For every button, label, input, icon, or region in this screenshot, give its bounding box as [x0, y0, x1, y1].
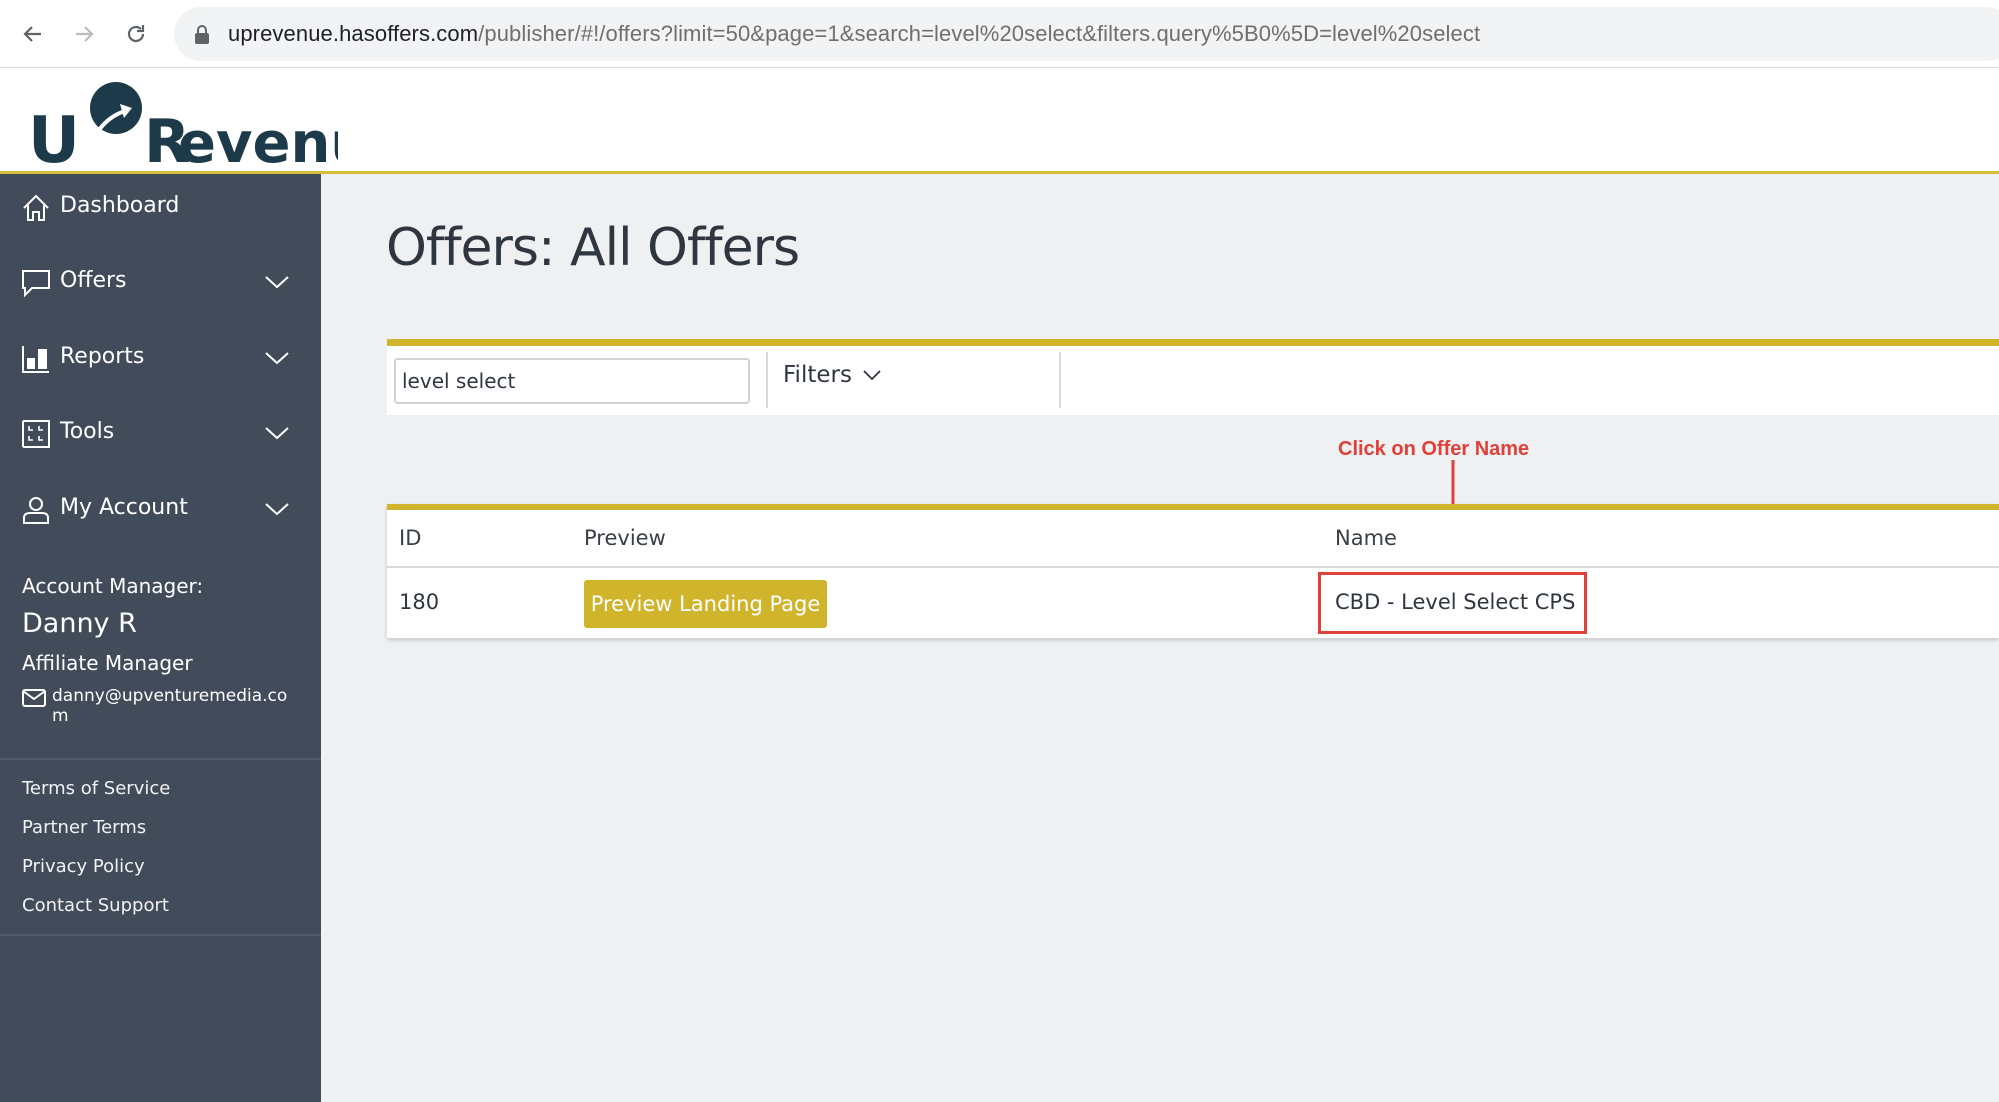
- offer-name-link[interactable]: CBD - Level Select CPS: [1335, 590, 1575, 614]
- sidebar-item-dashboard[interactable]: Dashboard: [0, 178, 321, 238]
- filters-dropdown[interactable]: Filters: [783, 362, 882, 388]
- account-manager-email[interactable]: danny@upventuremedia.com: [52, 686, 302, 726]
- chevron-down-icon[interactable]: [264, 349, 290, 367]
- filters-label: Filters: [783, 362, 852, 388]
- table-row: 180 Preview Landing Page CBD - Level Sel…: [387, 568, 1999, 638]
- filter-divider: [766, 352, 768, 408]
- reload-button[interactable]: [120, 18, 152, 50]
- partner-terms-link[interactable]: Partner Terms: [22, 817, 146, 838]
- sidebar-item-label: Tools: [60, 419, 115, 444]
- terms-of-service-link[interactable]: Terms of Service: [22, 778, 170, 799]
- bar-chart-icon: [22, 346, 49, 373]
- home-icon: [23, 194, 49, 221]
- svg-text:U: U: [28, 104, 80, 168]
- app-header: U R evenue: [0, 68, 1999, 174]
- back-arrow-icon: [23, 26, 41, 42]
- chevron-down-icon[interactable]: [264, 273, 290, 291]
- account-manager-role: Affiliate Manager: [22, 651, 193, 675]
- url-host: uprevenue.hasoffers.com: [228, 21, 479, 46]
- table-header-row: ID Preview Name: [387, 510, 1999, 568]
- page-title: Offers: All Offers: [386, 218, 800, 278]
- sidebar-item-label: Dashboard: [60, 193, 180, 218]
- offer-id: 180: [399, 590, 440, 614]
- sidebar-item-reports[interactable]: Reports: [0, 329, 321, 389]
- browser-toolbar: uprevenue.hasoffers.com/publisher/#!/off…: [0, 0, 1999, 68]
- url-text[interactable]: uprevenue.hasoffers.com/publisher/#!/off…: [228, 21, 1480, 47]
- chevron-down-icon: [863, 370, 881, 381]
- search-input[interactable]: [394, 358, 750, 404]
- sidebar-divider: [0, 934, 321, 936]
- lock-icon: [195, 25, 209, 44]
- url-path: /publisher/#!/offers?limit=50&page=1&sea…: [478, 21, 1481, 46]
- reload-icon: [127, 25, 145, 43]
- address-bar[interactable]: uprevenue.hasoffers.com/publisher/#!/off…: [174, 7, 1999, 61]
- column-header-id[interactable]: ID: [399, 526, 421, 550]
- sidebar-item-my-account[interactable]: My Account: [0, 480, 321, 540]
- offers-table: ID Preview Name 180 Preview Landing Page…: [387, 504, 1999, 638]
- mail-icon: [22, 689, 46, 707]
- filter-divider: [1059, 352, 1061, 408]
- forward-arrow-icon: [76, 26, 94, 42]
- sidebar-divider: [0, 758, 321, 760]
- column-header-preview: Preview: [584, 526, 666, 550]
- back-button[interactable]: [17, 18, 49, 50]
- preview-landing-page-button[interactable]: Preview Landing Page: [584, 580, 827, 628]
- sidebar: Dashboard Offers Reports Tools My Accoun…: [0, 174, 321, 1102]
- sidebar-item-label: My Account: [60, 495, 188, 520]
- chevron-down-icon[interactable]: [264, 500, 290, 518]
- filter-panel: Filters: [387, 339, 1999, 415]
- uprevenue-logo[interactable]: U R evenue: [28, 78, 338, 168]
- account-manager-name: Danny R: [22, 608, 137, 639]
- forward-button[interactable]: [68, 18, 100, 50]
- account-manager-label: Account Manager:: [22, 574, 204, 598]
- chevron-down-icon[interactable]: [264, 424, 290, 442]
- sidebar-item-label: Reports: [60, 344, 145, 369]
- contact-support-link[interactable]: Contact Support: [22, 895, 169, 916]
- annotation-label: Click on Offer Name: [1338, 438, 1530, 460]
- svg-text:evenue: evenue: [178, 111, 338, 168]
- chat-bubble-icon: [22, 270, 50, 298]
- privacy-policy-link[interactable]: Privacy Policy: [22, 856, 145, 877]
- tools-grid-icon: [22, 420, 50, 448]
- user-icon: [23, 497, 49, 524]
- sidebar-item-offers[interactable]: Offers: [0, 253, 321, 313]
- column-header-name[interactable]: Name: [1335, 526, 1397, 550]
- sidebar-item-label: Offers: [60, 268, 127, 293]
- sidebar-item-tools[interactable]: Tools: [0, 404, 321, 464]
